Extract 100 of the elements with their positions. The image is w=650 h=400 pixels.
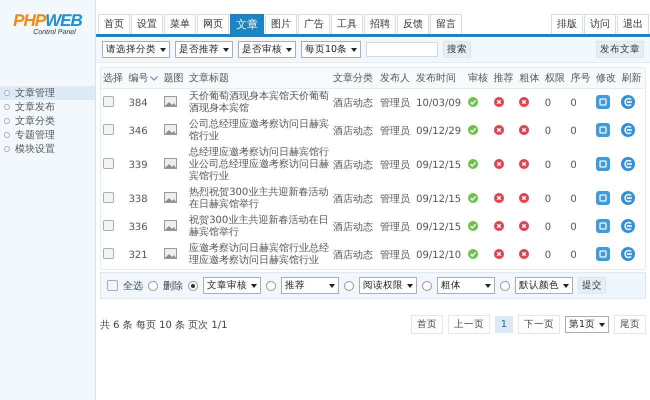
table-cell: 09/12/15 — [416, 160, 462, 170]
sidebar-item[interactable]: 专题管理 — [0, 128, 95, 142]
filter-select[interactable]: 是否推荐 — [175, 41, 233, 58]
image-icon — [164, 220, 177, 231]
action-select[interactable]: 粗体 — [437, 277, 495, 294]
page-button[interactable]: 上一页 — [448, 315, 490, 334]
column-header: 题图 — [164, 73, 184, 84]
page-button[interactable]: 尾页 — [614, 315, 646, 334]
cross-icon[interactable] — [519, 248, 530, 258]
article-title[interactable]: 天价葡萄酒现身本宾馆天价葡萄酒现身本宾馆 — [189, 91, 330, 115]
row-checkbox[interactable] — [103, 96, 114, 107]
sidebar-item[interactable]: 文章管理 — [0, 86, 95, 100]
nav-tab[interactable]: 招聘 — [364, 14, 396, 34]
action-select[interactable]: 默认颜色 — [515, 277, 573, 294]
select-all-checkbox[interactable] — [107, 280, 118, 291]
column-header: 文章标题 — [189, 73, 230, 84]
cross-icon[interactable] — [494, 220, 504, 230]
radio-button[interactable] — [344, 280, 354, 290]
refresh-icon[interactable] — [621, 246, 636, 260]
radio-button[interactable] — [188, 280, 198, 290]
select-all-label: 全选 — [123, 280, 143, 292]
action-select[interactable]: 阅读权限 — [359, 277, 417, 294]
page-select[interactable]: 第1页 — [564, 316, 609, 333]
nav-tab[interactable]: 留言 — [430, 14, 462, 34]
cross-icon[interactable] — [519, 220, 530, 230]
filter-select[interactable]: 是否审核 — [238, 41, 296, 58]
refresh-icon[interactable] — [621, 94, 636, 108]
refresh-icon[interactable] — [621, 156, 636, 170]
cross-icon[interactable] — [519, 124, 530, 134]
nav-tab[interactable]: 排版 — [551, 14, 583, 34]
action-select[interactable]: 推荐 — [281, 277, 339, 294]
nav-tab[interactable]: 设置 — [131, 14, 163, 34]
filter-select[interactable]: 请选择分类 — [102, 41, 170, 58]
nav-tab[interactable]: 工具 — [331, 14, 363, 34]
column-header: 选择 — [103, 73, 123, 84]
table-cell: 0 — [544, 194, 552, 204]
sidebar-item[interactable]: 模块设置 — [0, 142, 95, 156]
article-title[interactable]: 公司总经理应邀考察访问日赫宾馆行业 — [189, 119, 330, 143]
radio-button[interactable] — [422, 280, 432, 290]
search-field[interactable] — [366, 42, 438, 57]
edit-icon[interactable] — [596, 218, 610, 232]
nav-tab[interactable]: 首页 — [98, 14, 130, 34]
page-button[interactable]: 首页 — [410, 315, 443, 334]
search-button[interactable]: 搜索 — [443, 41, 472, 58]
row-checkbox[interactable] — [103, 124, 114, 135]
table-cell: 09/12/10 — [416, 250, 462, 260]
article-title[interactable]: 热烈祝贺300业主共迎新春活动在日赫宾馆举行 — [189, 187, 330, 211]
refresh-icon[interactable] — [621, 190, 636, 204]
nav-tab[interactable]: 广告 — [298, 14, 330, 34]
nav-tab[interactable]: 文章 — [230, 14, 264, 34]
refresh-icon[interactable] — [621, 122, 636, 136]
page-button[interactable]: 下一页 — [518, 315, 560, 334]
column-header: 审核 — [468, 73, 488, 84]
edit-icon[interactable] — [596, 246, 610, 260]
nav-tab[interactable]: 图片 — [265, 14, 297, 34]
cross-icon[interactable] — [519, 158, 530, 168]
row-checkbox[interactable] — [103, 248, 114, 259]
submit-button[interactable]: 提交 — [578, 277, 606, 294]
article-title[interactable]: 祝贺300业主共迎新春活动在日赫宾馆举行 — [189, 215, 330, 239]
article-title[interactable]: 应邀考察访问日赫宾馆行业总经理应邀考察访问日赫宾馆行业 — [189, 243, 330, 267]
cross-icon[interactable] — [494, 158, 504, 168]
table-cell: 0 — [570, 98, 577, 108]
radio-button[interactable] — [266, 280, 276, 290]
filter-select[interactable]: 每页10条 — [301, 41, 362, 58]
sidebar-item[interactable]: 文章分类 — [0, 114, 95, 128]
nav-tab[interactable]: 访问 — [584, 14, 616, 34]
edit-icon[interactable] — [596, 94, 610, 108]
check-icon[interactable] — [468, 124, 478, 134]
cross-icon[interactable] — [494, 124, 504, 134]
nav-tab[interactable]: 菜单 — [164, 14, 196, 34]
nav-tab[interactable]: 反馈 — [397, 14, 429, 34]
cross-icon[interactable] — [494, 248, 504, 258]
cross-icon[interactable] — [519, 96, 530, 106]
publish-button[interactable]: 发布文章 — [596, 41, 644, 58]
nav-tab[interactable]: 网页 — [197, 14, 229, 34]
check-icon[interactable] — [468, 248, 478, 258]
row-checkbox[interactable] — [103, 158, 114, 169]
action-select[interactable]: 文章审核 — [203, 277, 261, 294]
refresh-icon[interactable] — [621, 218, 636, 232]
check-icon[interactable] — [468, 158, 478, 168]
page-button[interactable]: 1 — [494, 316, 513, 333]
nav-tab[interactable]: 退出 — [617, 14, 649, 34]
check-icon[interactable] — [468, 192, 478, 202]
table-cell: 0 — [570, 250, 577, 260]
edit-icon[interactable] — [596, 156, 610, 170]
cross-icon[interactable] — [519, 192, 530, 202]
column-header: 刷新 — [621, 73, 642, 84]
edit-icon[interactable] — [596, 122, 610, 136]
radio-button[interactable] — [500, 280, 510, 290]
edit-icon[interactable] — [596, 190, 610, 204]
check-icon[interactable] — [468, 96, 478, 106]
cross-icon[interactable] — [494, 96, 504, 106]
cross-icon[interactable] — [494, 192, 504, 202]
row-checkbox[interactable] — [103, 220, 114, 231]
check-icon[interactable] — [468, 220, 478, 230]
radio-button[interactable] — [148, 280, 158, 290]
sidebar-item[interactable]: 文章发布 — [0, 100, 95, 114]
table-cell: 10/03/09 — [416, 98, 462, 108]
article-title[interactable]: 总经理应邀考察访问日赫宾馆行业公司总经理应邀考察访问日赫宾馆行业 — [189, 147, 330, 183]
row-checkbox[interactable] — [103, 192, 114, 203]
